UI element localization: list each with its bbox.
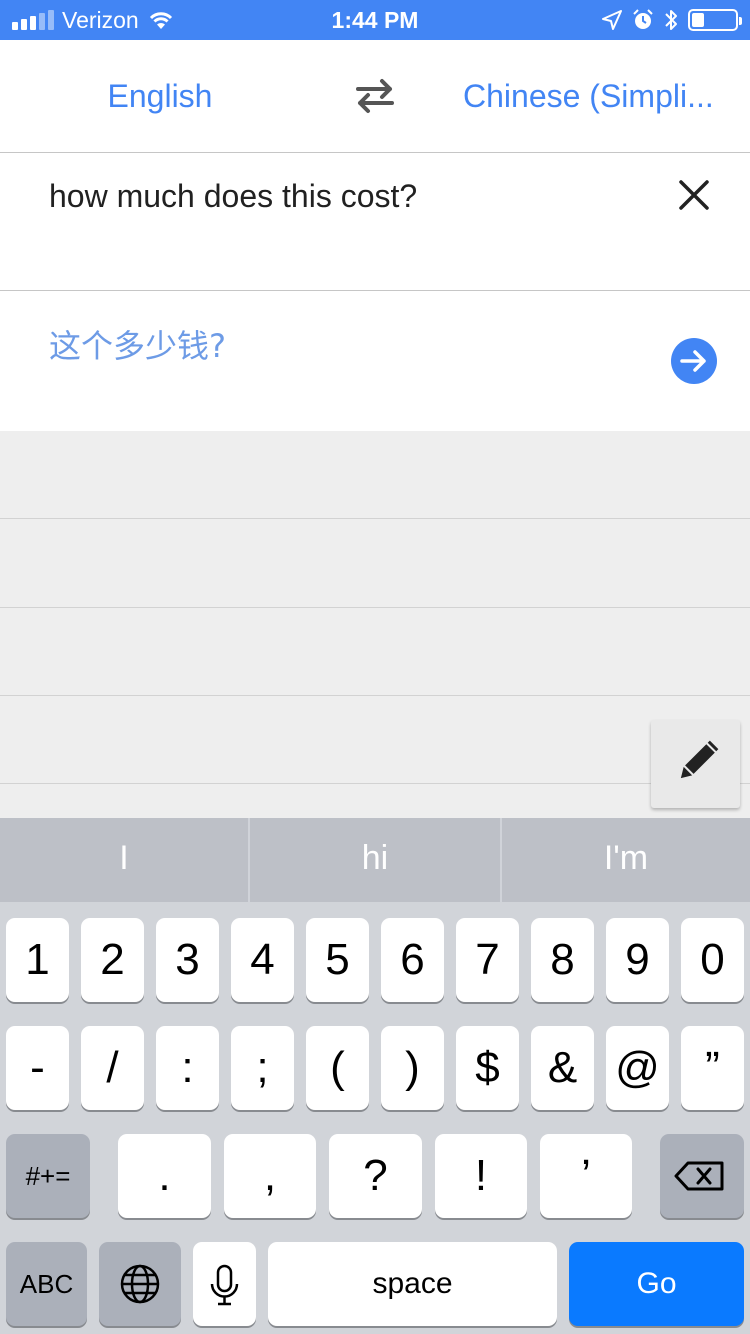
microphone-key[interactable] (193, 1242, 256, 1326)
backspace-icon (674, 1161, 724, 1191)
source-language-button[interactable]: English (60, 40, 260, 153)
key-period[interactable]: . (118, 1134, 211, 1218)
history-row[interactable] (0, 520, 750, 608)
key-slash[interactable]: / (81, 1026, 144, 1110)
close-icon[interactable] (672, 173, 716, 217)
arrow-right-icon (680, 350, 706, 372)
alarm-icon (633, 9, 653, 29)
translated-text: 这个多少钱? (49, 327, 226, 365)
key-dollar[interactable]: $ (456, 1026, 519, 1110)
key-8[interactable]: 8 (531, 918, 594, 1002)
key-1[interactable]: 1 (6, 918, 69, 1002)
globe-icon (120, 1264, 160, 1304)
status-bar: Verizon 1:44 PM (0, 0, 750, 40)
suggestion-bar: I hi I'm (0, 818, 750, 902)
target-language-button[interactable]: Chinese (Simpli... (463, 40, 718, 153)
swap-languages-icon[interactable] (352, 76, 398, 116)
key-4[interactable]: 4 (231, 918, 294, 1002)
suggestion-3[interactable]: I'm (502, 818, 750, 902)
key-exclamation[interactable]: ! (435, 1134, 527, 1218)
key-comma[interactable]: , (224, 1134, 316, 1218)
microphone-icon (210, 1264, 239, 1306)
key-question[interactable]: ? (329, 1134, 422, 1218)
bluetooth-icon (665, 10, 677, 30)
key-5[interactable]: 5 (306, 918, 369, 1002)
key-0[interactable]: 0 (681, 918, 744, 1002)
language-bar: English Chinese (Simpli... (0, 40, 750, 153)
translation-result[interactable]: 这个多少钱? (0, 291, 750, 431)
source-text-area[interactable]: how much does this cost? (0, 153, 750, 291)
handwriting-button[interactable] (651, 720, 740, 808)
key-9[interactable]: 9 (606, 918, 669, 1002)
suggestion-2[interactable]: hi (250, 818, 500, 902)
space-key[interactable]: space (268, 1242, 557, 1326)
globe-key[interactable] (99, 1242, 181, 1326)
more-symbols-key[interactable]: #+= (6, 1134, 90, 1218)
key-at[interactable]: @ (606, 1026, 669, 1110)
key-apostrophe[interactable]: ’ (540, 1134, 632, 1218)
key-2[interactable]: 2 (81, 918, 144, 1002)
keyboard: I hi I'm 1 2 3 4 5 6 7 8 9 0 - / : ; ( )… (0, 818, 750, 1334)
suggestion-1[interactable]: I (0, 818, 248, 902)
status-icons (602, 0, 742, 40)
key-open-paren[interactable]: ( (306, 1026, 369, 1110)
key-semicolon[interactable]: ; (231, 1026, 294, 1110)
battery-icon (688, 9, 742, 31)
key-quote[interactable]: ” (681, 1026, 744, 1110)
abc-key[interactable]: ABC (6, 1242, 87, 1326)
location-icon (602, 10, 622, 30)
go-key[interactable]: Go (569, 1242, 744, 1326)
key-ampersand[interactable]: & (531, 1026, 594, 1110)
history-row[interactable] (0, 696, 750, 784)
key-colon[interactable]: : (156, 1026, 219, 1110)
key-6[interactable]: 6 (381, 918, 444, 1002)
history-row[interactable] (0, 608, 750, 696)
key-close-paren[interactable]: ) (381, 1026, 444, 1110)
key-hyphen[interactable]: - (6, 1026, 69, 1110)
source-text[interactable]: how much does this cost? (49, 178, 417, 215)
key-7[interactable]: 7 (456, 918, 519, 1002)
open-translation-button[interactable] (671, 338, 717, 384)
key-3[interactable]: 3 (156, 918, 219, 1002)
history-row[interactable] (0, 431, 750, 519)
backspace-key[interactable] (660, 1134, 744, 1218)
pencil-icon (680, 740, 719, 779)
history-list (0, 431, 750, 818)
